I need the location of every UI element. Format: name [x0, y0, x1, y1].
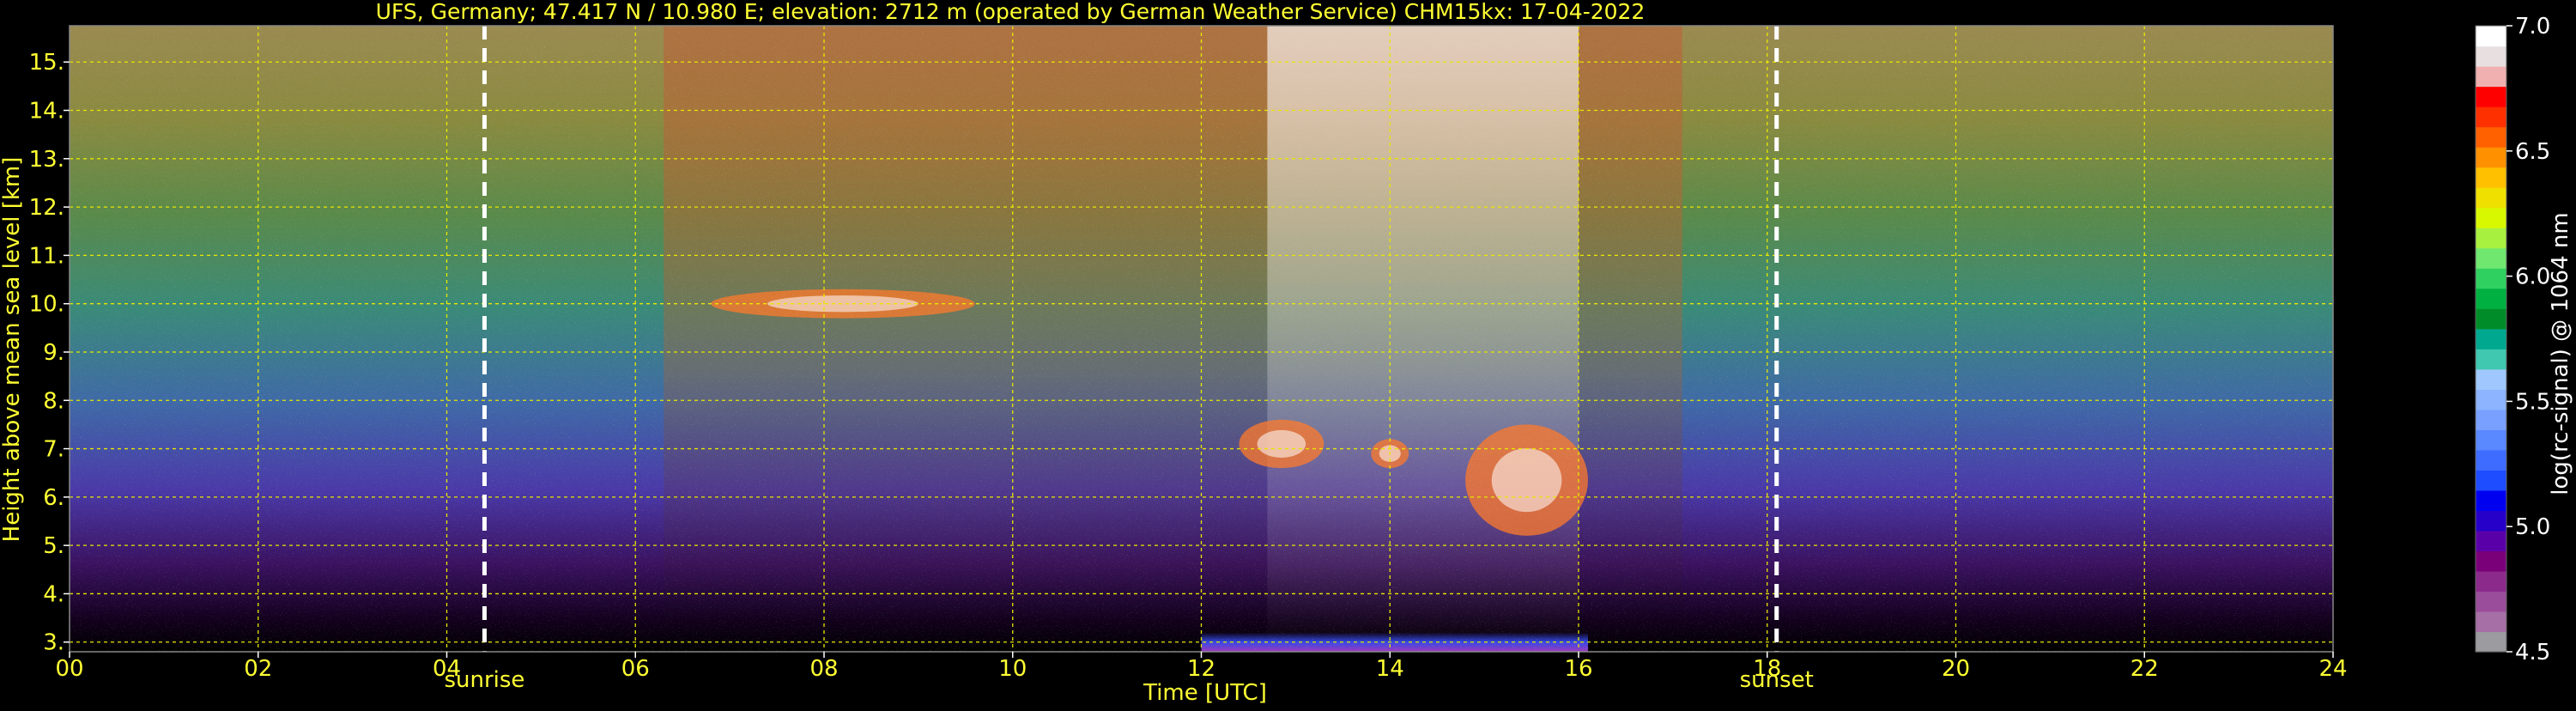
- y-tick-label: 5.: [43, 533, 64, 559]
- colorbar-swatch: [2476, 389, 2506, 410]
- colorbar-swatch: [2476, 86, 2506, 107]
- y-tick-label: 9.: [43, 340, 64, 366]
- x-tick-label: 00: [55, 656, 83, 682]
- y-axis-label: Height above mean sea level [km]: [0, 157, 25, 543]
- y-tick-label: 13.: [29, 147, 64, 173]
- y-tick-label: 4.: [43, 581, 64, 607]
- colorbar-swatch: [2476, 247, 2506, 269]
- colorbar-swatch: [2476, 147, 2506, 168]
- colorbar-swatch: [2476, 106, 2506, 128]
- ceilometer-figure: sunrise sunset 00 02 04 06 08 10 12 14 16 18 20 22 24…: [0, 0, 2576, 708]
- colorbar-swatch: [2476, 489, 2506, 511]
- x-tick-label: 18: [1753, 656, 1781, 682]
- colorbar-tick-label: 5.5: [2515, 389, 2550, 415]
- y-tick-label: 6.: [43, 485, 64, 511]
- colorbar-swatch: [2476, 187, 2506, 209]
- x-tick-label: 04: [433, 656, 461, 682]
- colorbar-swatch: [2476, 126, 2506, 148]
- y-tick-label: 14.: [29, 99, 64, 125]
- ceilometer-chart: sunrise sunset 00 02 04 06 08 10 12 14 16 18 20 22 24…: [0, 0, 2576, 708]
- colorbar-swatch: [2476, 550, 2506, 572]
- chart-title: UFS, Germany; 47.417 N / 10.980 E; eleva…: [376, 0, 1646, 24]
- y-tick-label: 3.: [43, 630, 64, 656]
- y-tick-label: 8.: [43, 388, 64, 414]
- colorbar-label: log(rc-signal) @ 1064 nm: [2548, 212, 2573, 495]
- colorbar-swatch: [2476, 530, 2506, 552]
- colorbar-swatch: [2476, 66, 2506, 88]
- colorbar-swatch: [2476, 46, 2506, 67]
- x-tick-label: 20: [1942, 656, 1970, 682]
- colorbar-swatch: [2476, 631, 2506, 653]
- colorbar-swatch: [2476, 470, 2506, 491]
- y-tick-label: 12.: [29, 195, 64, 221]
- x-tick-label: 16: [1564, 656, 1592, 682]
- x-axis-label: Time [UTC]: [1143, 680, 1267, 706]
- colorbar-swatch: [2476, 328, 2506, 349]
- y-tick-label: 11.: [29, 243, 64, 269]
- x-tick-label: 06: [621, 656, 650, 682]
- x-tick-label: 10: [998, 656, 1027, 682]
- x-tick-label: 08: [809, 656, 838, 682]
- x-tick-label: 24: [2318, 656, 2347, 682]
- colorbar-tick-label: 7.0: [2515, 14, 2550, 40]
- colorbar-swatch: [2476, 449, 2506, 471]
- x-tick-label: 02: [244, 656, 272, 682]
- colorbar-swatch: [2476, 429, 2506, 451]
- colorbar-swatch: [2476, 207, 2506, 228]
- x-tick-label: 12: [1187, 656, 1215, 682]
- x-tick-label: 14: [1376, 656, 1404, 682]
- y-tick-label: 10.: [29, 292, 64, 318]
- colorbar-swatch: [2476, 288, 2506, 309]
- colorbar-tick-label: 5.0: [2515, 514, 2550, 540]
- colorbar-swatch: [2476, 167, 2506, 188]
- colorbar-swatch: [2476, 26, 2506, 47]
- colorbar-tick-label: 6.0: [2515, 264, 2550, 290]
- y-tick-label: 15.: [29, 50, 64, 76]
- colorbar-tick-label: 6.5: [2515, 139, 2550, 165]
- colorbar-swatch: [2476, 368, 2506, 390]
- colorbar-swatch: [2476, 409, 2506, 430]
- colorbar-swatch: [2476, 570, 2506, 592]
- colorbar-swatch: [2476, 591, 2506, 612]
- colorbar-swatch: [2476, 268, 2506, 289]
- x-tick-label: 22: [2131, 656, 2159, 682]
- colorbar-swatch: [2476, 611, 2506, 633]
- colorbar-swatch: [2476, 228, 2506, 249]
- y-tick-label: 7.: [43, 437, 64, 463]
- colorbar-tick-label: 4.5: [2515, 640, 2550, 665]
- colorbar-swatch: [2476, 510, 2506, 532]
- colorbar-swatch: [2476, 349, 2506, 370]
- colorbar-swatch: [2476, 308, 2506, 330]
